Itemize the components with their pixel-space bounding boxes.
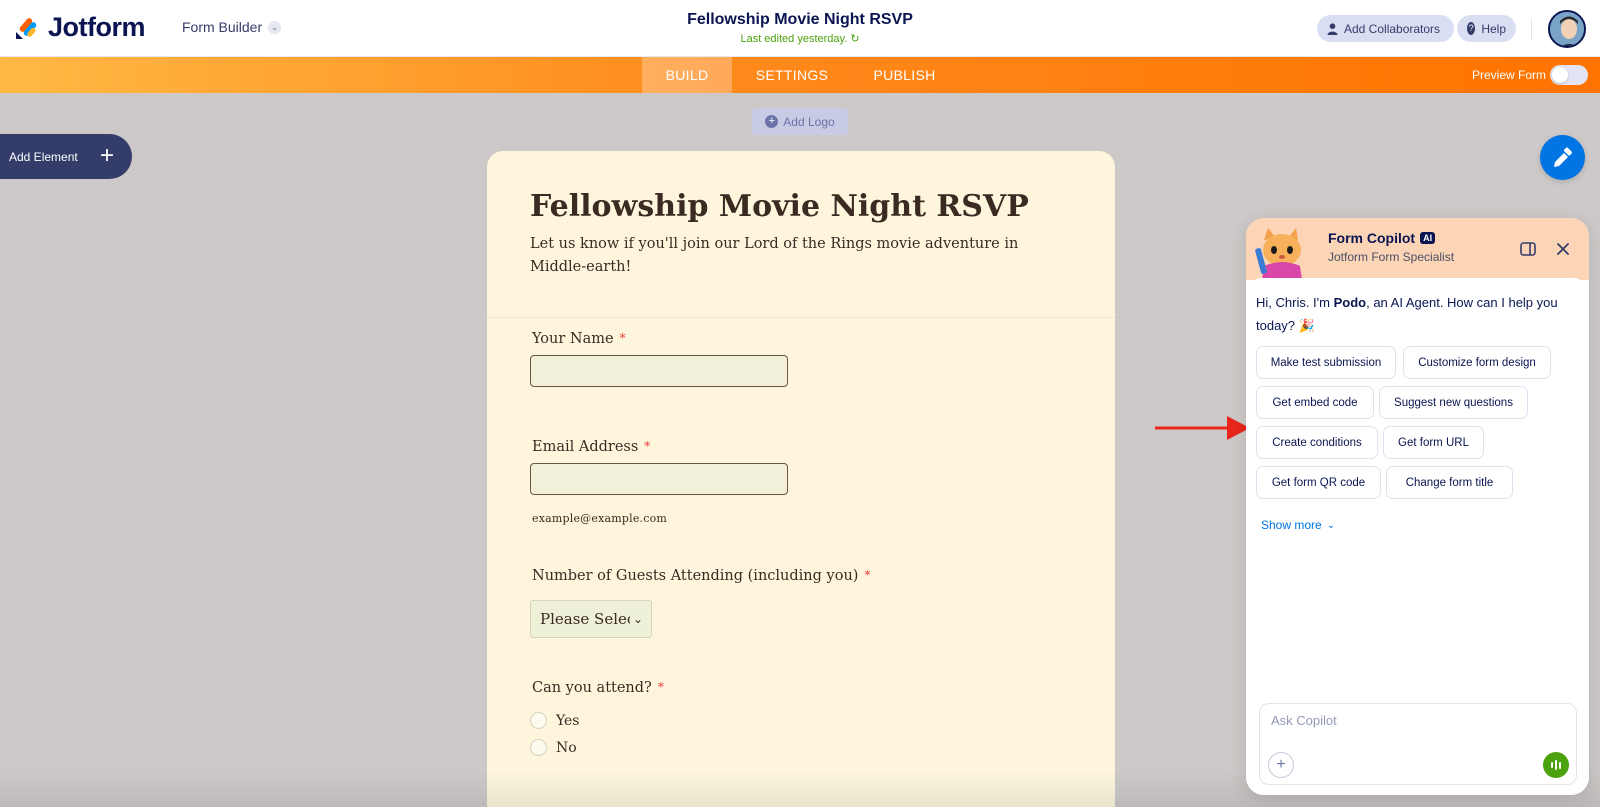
- podo-mascot-icon: [1255, 228, 1302, 280]
- radio-option-no[interactable]: No: [530, 739, 577, 756]
- user-icon: [1327, 22, 1338, 35]
- add-collaborators-button[interactable]: Add Collaborators: [1317, 15, 1454, 42]
- help-button[interactable]: ? Help: [1457, 15, 1516, 42]
- voice-bar: [1551, 762, 1553, 768]
- suggestion-get-form-url[interactable]: Get form URL: [1383, 426, 1484, 459]
- suggestion-suggest-new-questions[interactable]: Suggest new questions: [1379, 386, 1528, 419]
- copilot-subtitle: Jotform Form Specialist: [1328, 250, 1455, 264]
- header-divider-line: [487, 317, 1115, 318]
- preview-form-label: Preview Form: [1472, 68, 1547, 82]
- chevron-down-icon: ⌄: [1326, 519, 1336, 531]
- copilot-header: Form Copilot AI Jotform Form Specialist: [1246, 218, 1589, 280]
- suggestion-create-conditions[interactable]: Create conditions: [1256, 426, 1378, 459]
- name-input[interactable]: [530, 355, 788, 387]
- radio-button[interactable]: [530, 739, 547, 756]
- radio-option-yes[interactable]: Yes: [530, 712, 580, 729]
- form-description[interactable]: Let us know if you'll join our Lord of t…: [530, 233, 1050, 279]
- required-mark: *: [644, 439, 651, 453]
- voice-input-button[interactable]: [1543, 752, 1569, 778]
- ask-copilot-placeholder: Ask Copilot: [1271, 713, 1337, 728]
- copilot-greeting: Hi, Chris. I'm Podo, an AI Agent. How ca…: [1256, 295, 1558, 333]
- email-input[interactable]: [530, 463, 788, 495]
- builder-nav-bar: BUILD SETTINGS PUBLISH Preview Form: [0, 57, 1600, 93]
- header-divider: [1531, 18, 1532, 40]
- user-avatar[interactable]: [1548, 10, 1586, 48]
- name-field-label[interactable]: Your Name *: [532, 331, 626, 347]
- plus-icon: +: [100, 142, 115, 169]
- attach-plus-button[interactable]: +: [1268, 752, 1294, 778]
- ask-copilot-input[interactable]: Ask Copilot +: [1259, 703, 1577, 785]
- ai-badge: AI: [1420, 232, 1436, 244]
- dock-panel-icon[interactable]: [1519, 240, 1537, 258]
- suggestion-customize-form-design[interactable]: Customize form design: [1403, 346, 1551, 379]
- form-copilot-panel: Form Copilot AI Jotform Form Specialist …: [1246, 218, 1589, 795]
- copilot-conversation: Hi, Chris. I'm Podo, an AI Agent. How ca…: [1246, 278, 1589, 795]
- close-icon[interactable]: [1554, 240, 1572, 258]
- preview-form-toggle[interactable]: [1550, 65, 1588, 85]
- attend-field-label[interactable]: Can you attend? *: [532, 680, 664, 696]
- suggestion-get-embed-code[interactable]: Get embed code: [1256, 386, 1374, 419]
- email-field-label[interactable]: Email Address *: [532, 439, 650, 455]
- toggle-knob: [1552, 67, 1568, 83]
- voice-bar: [1559, 761, 1561, 769]
- copilot-title: Form Copilot AI: [1328, 230, 1436, 246]
- tab-settings[interactable]: SETTINGS: [742, 57, 842, 93]
- add-element-button[interactable]: Add Element +: [0, 134, 132, 179]
- form-card: Fellowship Movie Night RSVP Let us know …: [487, 151, 1115, 807]
- add-logo-button[interactable]: + Add Logo: [752, 108, 848, 135]
- form-heading[interactable]: Fellowship Movie Night RSVP: [530, 189, 1029, 224]
- required-mark: *: [864, 568, 871, 582]
- tab-build[interactable]: BUILD: [642, 57, 732, 93]
- suggestion-change-form-title[interactable]: Change form title: [1386, 466, 1513, 499]
- suggestion-get-form-qr-code[interactable]: Get form QR code: [1256, 466, 1381, 499]
- guests-select[interactable]: Please Select ⌄: [530, 600, 652, 638]
- chevron-down-icon: ⌄: [629, 601, 643, 637]
- history-icon: ↻: [850, 33, 860, 45]
- form-designer-button[interactable]: [1540, 135, 1585, 180]
- required-mark: *: [657, 680, 664, 694]
- required-mark: *: [619, 331, 626, 345]
- radio-button[interactable]: [530, 712, 547, 729]
- question-icon: ?: [1467, 22, 1476, 35]
- tab-publish[interactable]: PUBLISH: [858, 57, 951, 93]
- paint-roller-icon: [1553, 147, 1572, 167]
- annotation-arrow-icon: [1155, 416, 1250, 440]
- suggestion-make-test-submission[interactable]: Make test submission: [1256, 346, 1396, 379]
- voice-bar: [1555, 760, 1557, 770]
- plus-circle-icon: +: [765, 115, 779, 128]
- show-more-link[interactable]: Show more ⌄: [1261, 518, 1335, 532]
- email-sublabel: example@example.com: [532, 512, 668, 525]
- guests-field-label[interactable]: Number of Guests Attending (including yo…: [532, 568, 870, 584]
- top-header: Jotform Form Builder ⌄ Fellowship Movie …: [0, 0, 1600, 57]
